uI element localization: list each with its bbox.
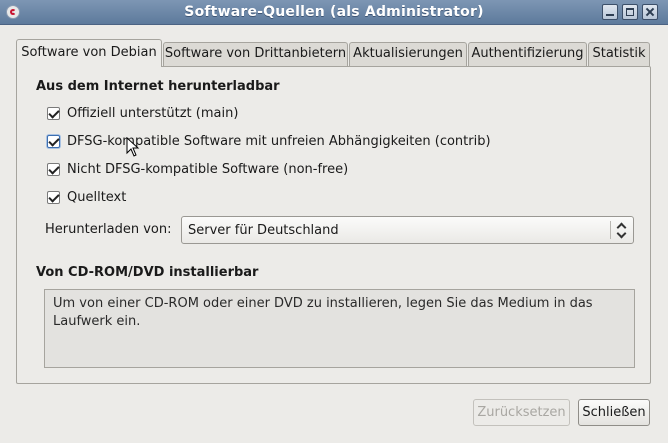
close-icon[interactable] bbox=[642, 4, 658, 20]
revert-button[interactable]: Zurücksetzen bbox=[473, 399, 570, 426]
component-main-label[interactable]: Offiziell unterstützt (main) bbox=[67, 105, 238, 123]
updown-arrows-icon bbox=[616, 222, 627, 239]
checkbox-source[interactable] bbox=[47, 191, 60, 204]
tab-debian-software[interactable]: Software von Debian bbox=[16, 39, 162, 67]
minimize-icon[interactable] bbox=[602, 4, 618, 20]
checkbox-main[interactable] bbox=[47, 107, 60, 120]
mouse-pointer-icon bbox=[126, 137, 140, 157]
internet-section-heading: Aus dem Internet herunterladbar bbox=[36, 79, 280, 94]
revert-button-label: Zurücksetzen bbox=[477, 405, 566, 420]
close-button-label: Schließen bbox=[582, 405, 646, 420]
title-bar[interactable]: Software-Quellen (als Administrator) bbox=[0, 0, 668, 25]
download-server-value: Server für Deutschland bbox=[188, 223, 339, 238]
cdrom-list[interactable]: Um von einer CD-ROM oder einer DVD zu in… bbox=[44, 289, 635, 368]
tab-statistics[interactable]: Statistik bbox=[588, 42, 650, 66]
download-from-label: Herunterladen von: bbox=[45, 222, 172, 237]
cdrom-section-heading: Von CD-ROM/DVD installierbar bbox=[36, 265, 259, 280]
tab-third-party-software[interactable]: Software von Drittanbietern bbox=[163, 42, 348, 66]
checkbox-non-free[interactable] bbox=[47, 163, 60, 176]
close-button[interactable]: Schließen bbox=[578, 399, 650, 426]
tab-updates[interactable]: Aktualisierungen bbox=[349, 42, 467, 66]
checkbox-contrib[interactable] bbox=[47, 135, 60, 148]
cdrom-hint-text: Um von einer CD-ROM oder einer DVD zu in… bbox=[53, 296, 593, 329]
component-non-free-label[interactable]: Nicht DFSG-kompatible Software (non-free… bbox=[67, 161, 348, 179]
software-sources-window: Software-Quellen (als Administrator) Sof… bbox=[0, 0, 668, 443]
download-server-combobox[interactable]: Server für Deutschland bbox=[181, 216, 634, 244]
window-title: Software-Quellen (als Administrator) bbox=[184, 4, 484, 20]
tab-authentication[interactable]: Authentifizierung bbox=[468, 42, 587, 66]
component-source-label[interactable]: Quelltext bbox=[67, 189, 126, 207]
maximize-icon[interactable] bbox=[622, 4, 638, 20]
combo-separator bbox=[610, 221, 611, 239]
